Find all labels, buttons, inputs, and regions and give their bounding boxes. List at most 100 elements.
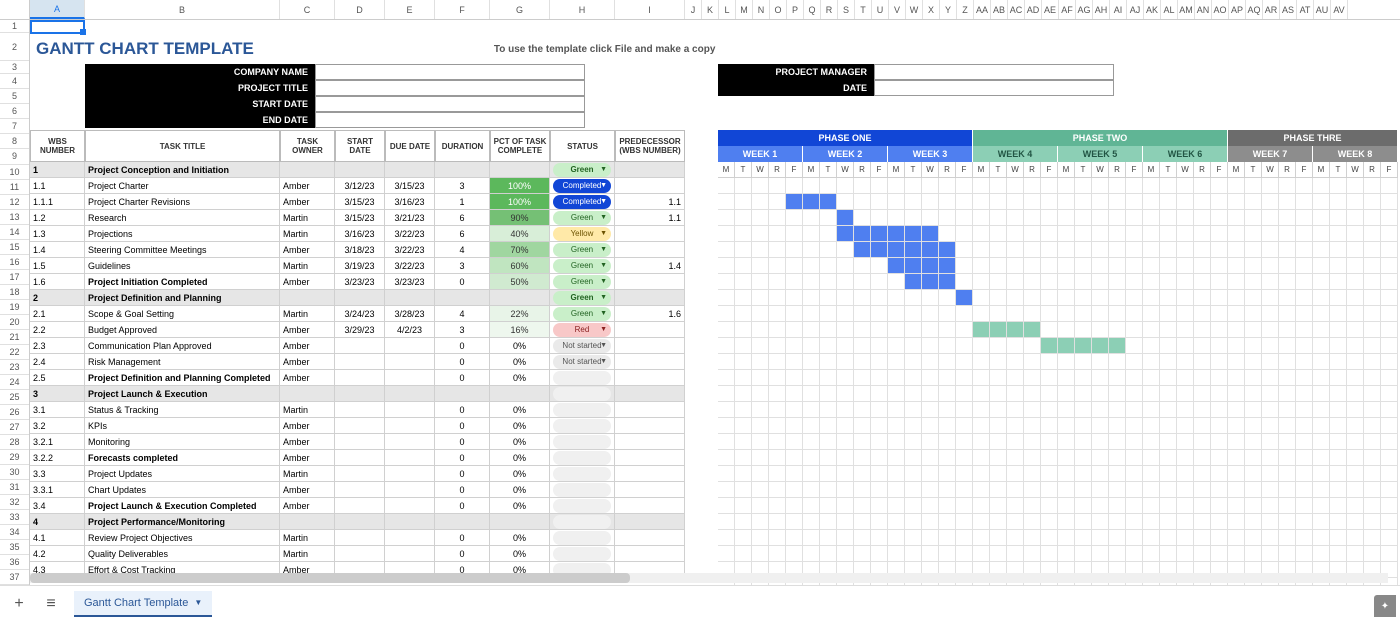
gantt-cell[interactable] — [1262, 482, 1279, 498]
gantt-cell[interactable] — [1330, 178, 1347, 194]
gantt-cell[interactable] — [1296, 514, 1313, 530]
gantt-cell[interactable] — [1075, 514, 1092, 530]
gantt-cell[interactable] — [1143, 450, 1160, 466]
cell-pct[interactable]: 0% — [490, 418, 550, 434]
cell-pct[interactable] — [490, 514, 550, 530]
gantt-cell[interactable] — [1262, 306, 1279, 322]
status-pill[interactable]: ▼ — [553, 371, 611, 385]
cell-predecessor[interactable] — [615, 482, 685, 498]
gantt-cell[interactable] — [786, 338, 803, 354]
gantt-cell[interactable] — [1126, 530, 1143, 546]
gantt-cell[interactable] — [1007, 418, 1024, 434]
gantt-cell[interactable] — [956, 402, 973, 418]
cell-pct[interactable]: 0% — [490, 338, 550, 354]
cell-pct[interactable]: 22% — [490, 306, 550, 322]
gantt-cell[interactable] — [1194, 466, 1211, 482]
gantt-cell[interactable] — [1160, 274, 1177, 290]
gantt-cell[interactable] — [1024, 450, 1041, 466]
cell-pct[interactable]: 0% — [490, 434, 550, 450]
gantt-cell[interactable] — [854, 210, 871, 226]
gantt-cell[interactable] — [769, 306, 786, 322]
row-header[interactable]: 36 — [0, 555, 29, 570]
gantt-cell[interactable] — [769, 418, 786, 434]
gantt-cell[interactable] — [1143, 514, 1160, 530]
cell-title[interactable]: Review Project Objectives — [85, 530, 280, 546]
gantt-cell[interactable] — [752, 306, 769, 322]
gantt-cell[interactable] — [1177, 306, 1194, 322]
gantt-cell[interactable] — [1245, 338, 1262, 354]
cell-due[interactable]: 4/2/23 — [385, 322, 435, 338]
cell-due[interactable] — [385, 354, 435, 370]
gantt-cell[interactable] — [718, 194, 735, 210]
gantt-cell[interactable] — [1296, 258, 1313, 274]
gantt-cell[interactable] — [1041, 498, 1058, 514]
gantt-cell[interactable] — [1296, 194, 1313, 210]
gantt-cell[interactable] — [786, 194, 803, 210]
cell-due[interactable] — [385, 290, 435, 306]
gantt-cell[interactable] — [854, 514, 871, 530]
cell-pct[interactable]: 60% — [490, 258, 550, 274]
cell-predecessor[interactable] — [615, 274, 685, 290]
gantt-cell[interactable] — [1313, 338, 1330, 354]
gantt-cell[interactable] — [1143, 290, 1160, 306]
cell-duration[interactable]: 4 — [435, 242, 490, 258]
row-header[interactable]: 18 — [0, 285, 29, 300]
gantt-cell[interactable] — [837, 514, 854, 530]
cell-title[interactable]: Forecasts completed — [85, 450, 280, 466]
gantt-cell[interactable] — [769, 402, 786, 418]
cell-title[interactable]: Project Launch & Execution Completed — [85, 498, 280, 514]
gantt-cell[interactable] — [1075, 306, 1092, 322]
gantt-cell[interactable] — [1313, 514, 1330, 530]
gantt-cell[interactable] — [990, 226, 1007, 242]
gantt-cell[interactable] — [1296, 402, 1313, 418]
gantt-cell[interactable] — [1007, 354, 1024, 370]
gantt-cell[interactable] — [1279, 178, 1296, 194]
gantt-cell[interactable] — [854, 178, 871, 194]
cell-owner[interactable] — [280, 514, 335, 530]
gantt-cell[interactable] — [1347, 274, 1364, 290]
table-header-cell[interactable]: DURATION — [435, 130, 490, 162]
gantt-cell[interactable] — [1211, 386, 1228, 402]
gantt-cell[interactable] — [956, 450, 973, 466]
gantt-cell[interactable] — [1364, 338, 1381, 354]
gantt-cell[interactable] — [1296, 530, 1313, 546]
cell-title[interactable]: Project Performance/Monitoring — [85, 514, 280, 530]
gantt-cell[interactable] — [1160, 498, 1177, 514]
gantt-cell[interactable] — [1024, 402, 1041, 418]
gantt-cell[interactable] — [820, 402, 837, 418]
gantt-cell[interactable] — [735, 338, 752, 354]
gantt-cell[interactable] — [1330, 258, 1347, 274]
cell-status[interactable]: ▼ — [550, 434, 615, 450]
gantt-cell[interactable] — [1092, 242, 1109, 258]
cell-predecessor[interactable] — [615, 434, 685, 450]
gantt-cell[interactable] — [1364, 322, 1381, 338]
gantt-cell[interactable] — [1177, 498, 1194, 514]
gantt-cell[interactable] — [1211, 274, 1228, 290]
column-header[interactable]: AA — [974, 0, 991, 19]
gantt-cell[interactable] — [786, 386, 803, 402]
gantt-cell[interactable] — [939, 322, 956, 338]
gantt-cell[interactable] — [1109, 514, 1126, 530]
gantt-cell[interactable] — [1075, 210, 1092, 226]
gantt-cell[interactable] — [1007, 306, 1024, 322]
gantt-cell[interactable] — [888, 514, 905, 530]
gantt-cell[interactable] — [803, 434, 820, 450]
gantt-cell[interactable] — [1075, 530, 1092, 546]
gantt-cell[interactable] — [820, 546, 837, 562]
gantt-cell[interactable] — [1160, 210, 1177, 226]
cell-start[interactable]: 3/16/23 — [335, 226, 385, 242]
gantt-cell[interactable] — [1024, 290, 1041, 306]
gantt-cell[interactable] — [854, 194, 871, 210]
cell-owner[interactable]: Martin — [280, 530, 335, 546]
dropdown-caret-icon[interactable]: ▼ — [600, 246, 607, 253]
gantt-cell[interactable] — [1058, 482, 1075, 498]
gantt-cell[interactable] — [888, 418, 905, 434]
gantt-cell[interactable] — [1194, 498, 1211, 514]
gantt-cell[interactable] — [1194, 258, 1211, 274]
cell-owner[interactable] — [280, 162, 335, 178]
cell-status[interactable]: Not started▼ — [550, 354, 615, 370]
gantt-cell[interactable] — [1143, 354, 1160, 370]
gantt-cell[interactable] — [1194, 194, 1211, 210]
gantt-cell[interactable] — [1194, 290, 1211, 306]
gantt-cell[interactable] — [1160, 546, 1177, 562]
